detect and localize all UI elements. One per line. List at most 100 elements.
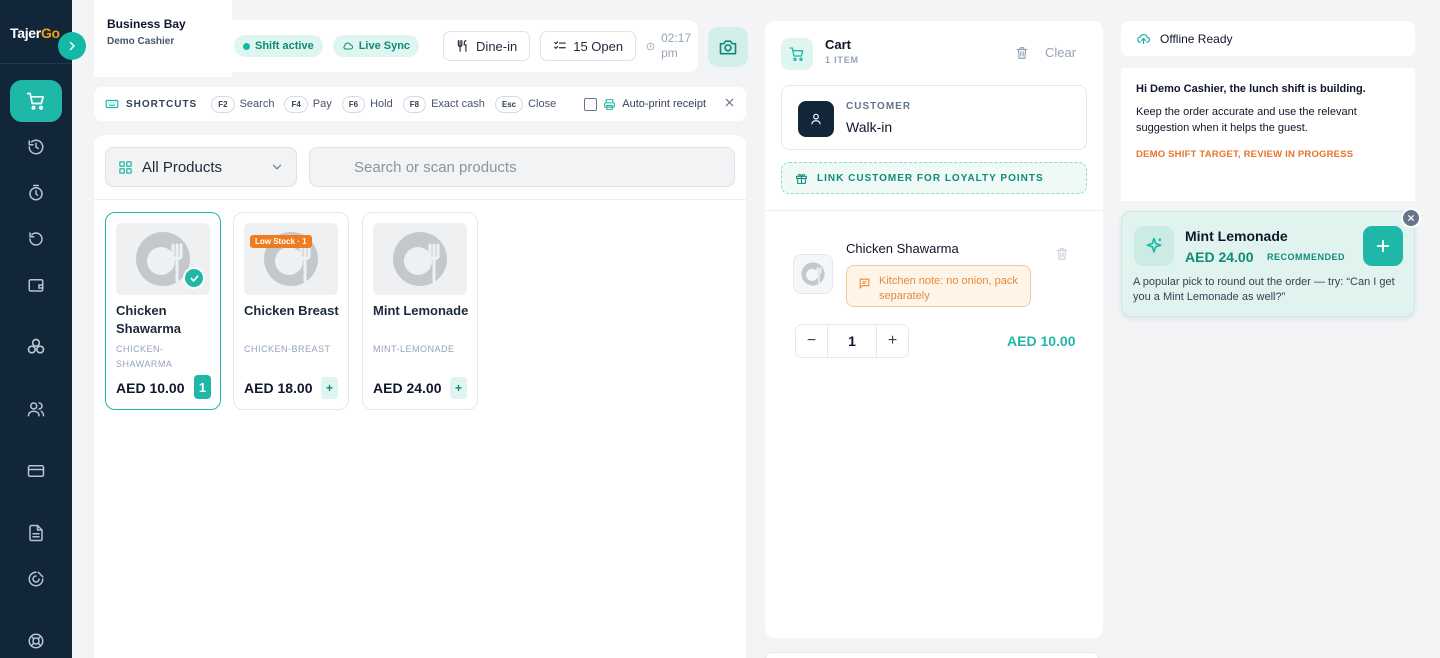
users-icon <box>27 402 45 417</box>
order-type-button[interactable]: Dine-in <box>443 31 531 61</box>
shortcut-label: Close <box>528 98 557 110</box>
sidebar: TajerGo <box>0 0 72 658</box>
plate-icon <box>801 262 825 286</box>
category-select[interactable]: All Products <box>105 147 297 187</box>
sidebar-item-support[interactable] <box>10 620 62 658</box>
shortcut-label: Search <box>239 98 275 110</box>
report-icon <box>29 524 43 542</box>
product-image <box>244 223 338 295</box>
suggestion-name: Mint Lemonade <box>1185 228 1288 244</box>
sidebar-item-modules[interactable] <box>10 326 62 368</box>
shortcut-label: Pay <box>312 98 332 110</box>
sidebar-expand-button[interactable] <box>58 32 86 60</box>
grid-icon <box>119 160 132 174</box>
shift-status-label: Shift active <box>255 40 314 52</box>
autoprint-checkbox[interactable] <box>584 97 598 111</box>
sync-status-badge: Live Sync <box>332 35 420 57</box>
shortcuts-title-label: SHORTCUTS <box>126 98 198 110</box>
sidebar-item-history[interactable] <box>10 126 62 168</box>
quantity-stepper: − 1 + <box>795 324 909 358</box>
category-label: All Products <box>142 158 223 176</box>
sidebar-item-pos[interactable] <box>10 80 62 122</box>
chevron-down-icon <box>272 164 282 170</box>
cart-divider <box>765 210 1103 211</box>
plus-icon <box>1376 239 1390 253</box>
add-product-button[interactable]: + <box>321 377 338 399</box>
dismiss-suggestion-button[interactable] <box>1401 208 1421 228</box>
gift-icon <box>796 173 807 184</box>
customer-selector[interactable]: CUSTOMER Walk-in <box>781 85 1087 150</box>
user-icon <box>811 113 821 125</box>
product-card-chicken-breast[interactable]: Low Stock · 1 Chicken Breast CHICKEN-BRE… <box>233 212 349 410</box>
shortcuts-close-icon[interactable] <box>724 97 735 111</box>
product-sku: CHICKEN-BREAST <box>244 344 331 354</box>
shift-dot-icon <box>243 42 250 50</box>
product-sku: CHICKEN-SHAWARMA <box>116 344 173 369</box>
link-loyalty-button[interactable]: LINK CUSTOMER FOR LOYALTY POINTS <box>781 162 1087 194</box>
link-loyalty-label: LINK CUSTOMER FOR LOYALTY POINTS <box>817 172 1044 184</box>
sidebar-item-customers[interactable] <box>10 388 62 430</box>
close-icon <box>1408 215 1414 221</box>
keyboard-icon <box>105 99 119 109</box>
shift-message: Hi Demo Cashier, the lunch shift is buil… <box>1121 68 1415 201</box>
shift-greeting: Hi Demo Cashier, the lunch shift is buil… <box>1136 83 1366 95</box>
order-type-label: Dine-in <box>476 38 518 54</box>
products-divider <box>94 199 746 200</box>
chevron-right-icon <box>69 41 76 51</box>
product-image <box>373 223 467 295</box>
kitchen-note-text: Kitchen note: no onion, pack separately <box>879 275 1018 302</box>
remove-item-button[interactable] <box>1055 247 1069 266</box>
shortcut-search: F2 Search <box>211 95 275 113</box>
offline-status-label: Offline Ready <box>1160 31 1233 46</box>
cart-item-name: Chicken Shawarma <box>846 241 959 256</box>
trash-icon <box>1016 46 1028 59</box>
cart-item-image <box>793 254 833 294</box>
product-search-input[interactable]: Search or scan products <box>309 147 735 187</box>
cloud-upload-icon <box>1137 33 1151 45</box>
product-price: AED 24.00 <box>373 380 442 396</box>
cart-icon <box>789 47 804 61</box>
decrease-qty-button[interactable]: − <box>796 325 828 357</box>
open-orders-label: 15 Open <box>573 38 624 54</box>
products-panel: All Products Search or scan products Chi… <box>94 135 746 658</box>
clear-cart-label: Clear <box>1045 45 1077 60</box>
printer-icon <box>604 98 616 110</box>
shortcut-close: Esc Close <box>494 95 557 113</box>
selected-check-icon <box>183 267 205 289</box>
support-icon <box>28 633 44 649</box>
sidebar-item-reports[interactable] <box>10 512 62 554</box>
add-product-button[interactable]: + <box>450 377 467 399</box>
camera-scan-button[interactable] <box>708 27 748 67</box>
shortcut-pay: F4 Pay <box>284 95 332 113</box>
customer-avatar <box>798 101 834 137</box>
add-suggestion-button[interactable] <box>1363 226 1403 266</box>
product-card-chicken-shawarma[interactable]: Chicken Shawarma CHICKEN-SHAWARMA AED 10… <box>105 212 221 410</box>
shift-status-badge: Shift active <box>234 35 323 57</box>
business-name: Business Bay <box>107 17 186 31</box>
sidebar-item-settings[interactable] <box>10 558 62 600</box>
suggestion-price: AED 24.00 <box>1185 249 1254 265</box>
product-price: AED 10.00 <box>116 380 185 396</box>
autoprint-toggle[interactable]: Auto-print receipt <box>584 97 706 111</box>
sidebar-item-shifts[interactable] <box>10 172 62 214</box>
cart-header-icon <box>781 38 813 70</box>
card-icon <box>27 465 45 477</box>
status-bar: Shift active Live Sync Dine-in 15 Open 0… <box>232 20 698 72</box>
product-card-mint-lemonade[interactable]: Mint Lemonade MINT-LEMONADE AED 24.00 + <box>362 212 478 410</box>
shortcut-key: Esc <box>494 95 524 113</box>
shift-target: DEMO SHIFT TARGET, REVIEW IN PROGRESS <box>1136 149 1354 160</box>
sidebar-item-wallet[interactable] <box>10 264 62 306</box>
increase-qty-button[interactable]: + <box>876 325 908 357</box>
sidebar-item-returns[interactable] <box>10 218 62 260</box>
clock: 02:17 pm <box>646 31 691 61</box>
shortcut-key: F4 <box>284 95 308 113</box>
business-card[interactable]: Business Bay Demo Cashier <box>94 0 232 77</box>
kitchen-note[interactable]: Kitchen note: no onion, pack separately <box>846 265 1031 307</box>
clear-cart-button[interactable]: Clear <box>1015 45 1076 60</box>
product-sku: MINT-LEMONADE <box>373 344 455 354</box>
shortcut-key: F2 <box>211 95 235 113</box>
offline-status: Offline Ready <box>1121 21 1415 56</box>
open-orders-button[interactable]: 15 Open <box>540 31 637 61</box>
sidebar-item-payments[interactable] <box>10 450 62 492</box>
trash-icon <box>1056 248 1068 260</box>
